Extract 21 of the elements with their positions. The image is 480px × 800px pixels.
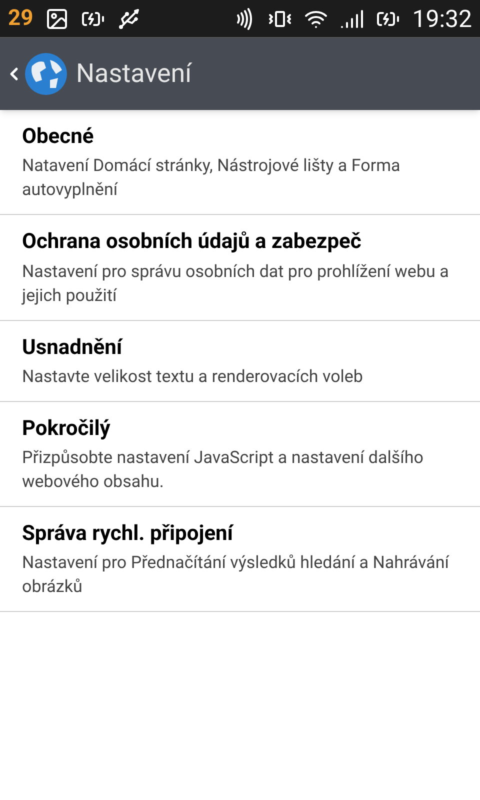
screen-title: Nastavení [76,58,192,90]
setting-title: Pokročilý [22,416,112,442]
setting-summary: Natavení Domácí stránky, Nástrojové lišty a Forma autovyplnění [22,155,402,202]
setting-summary: Nastavte velikost textu a renderovacích voleb [22,366,364,389]
setting-summary: Nastavení pro správu osobních dat pro prohlížení webu a jejich použití [22,260,450,308]
image-icon [45,6,70,30]
notification-count: 29 [8,5,34,33]
settings-item[interactable]: Pokročilý Přizpůsobte nastavení JavaScript a nastavení dalšího webového obsahu. [0,402,480,507]
setting-title: Správa rychl. připojení [22,521,235,548]
setting-summary: Nastavení pro Přednačítání výsledků hledání a Nahrávání obrázků [22,552,450,600]
globe-icon [24,52,68,96]
setting-title: Ochrana osobních údajů a zabezpeč [22,229,362,256]
settings-item[interactable]: Správa rychl. připojení Nastavení pro Přednačítání výsledků hledání a Nahrávání obrázků [0,507,480,612]
settings-item[interactable]: Obecné Natavení Domácí stránky, Nástrojové lišty a Forma autovyplnění [0,110,480,216]
setting-summary: Přizpůsobte nastavení JavaScript a nastavení dalšího webového obsahu. [22,447,424,494]
clock: 19:32 [412,4,472,34]
usb-icon [117,6,142,30]
setting-title: Obecné [22,124,95,150]
settings-item[interactable]: Usnadnění Nastavte velikost textu a renderovacích voleb [0,320,480,402]
setting-title: Usnadnění [22,334,124,361]
settings-item[interactable]: Ochrana osobních údajů a zabezpeč Nastavení pro správu osobních dat pro prohlížení webu a jejich použití [0,215,480,320]
